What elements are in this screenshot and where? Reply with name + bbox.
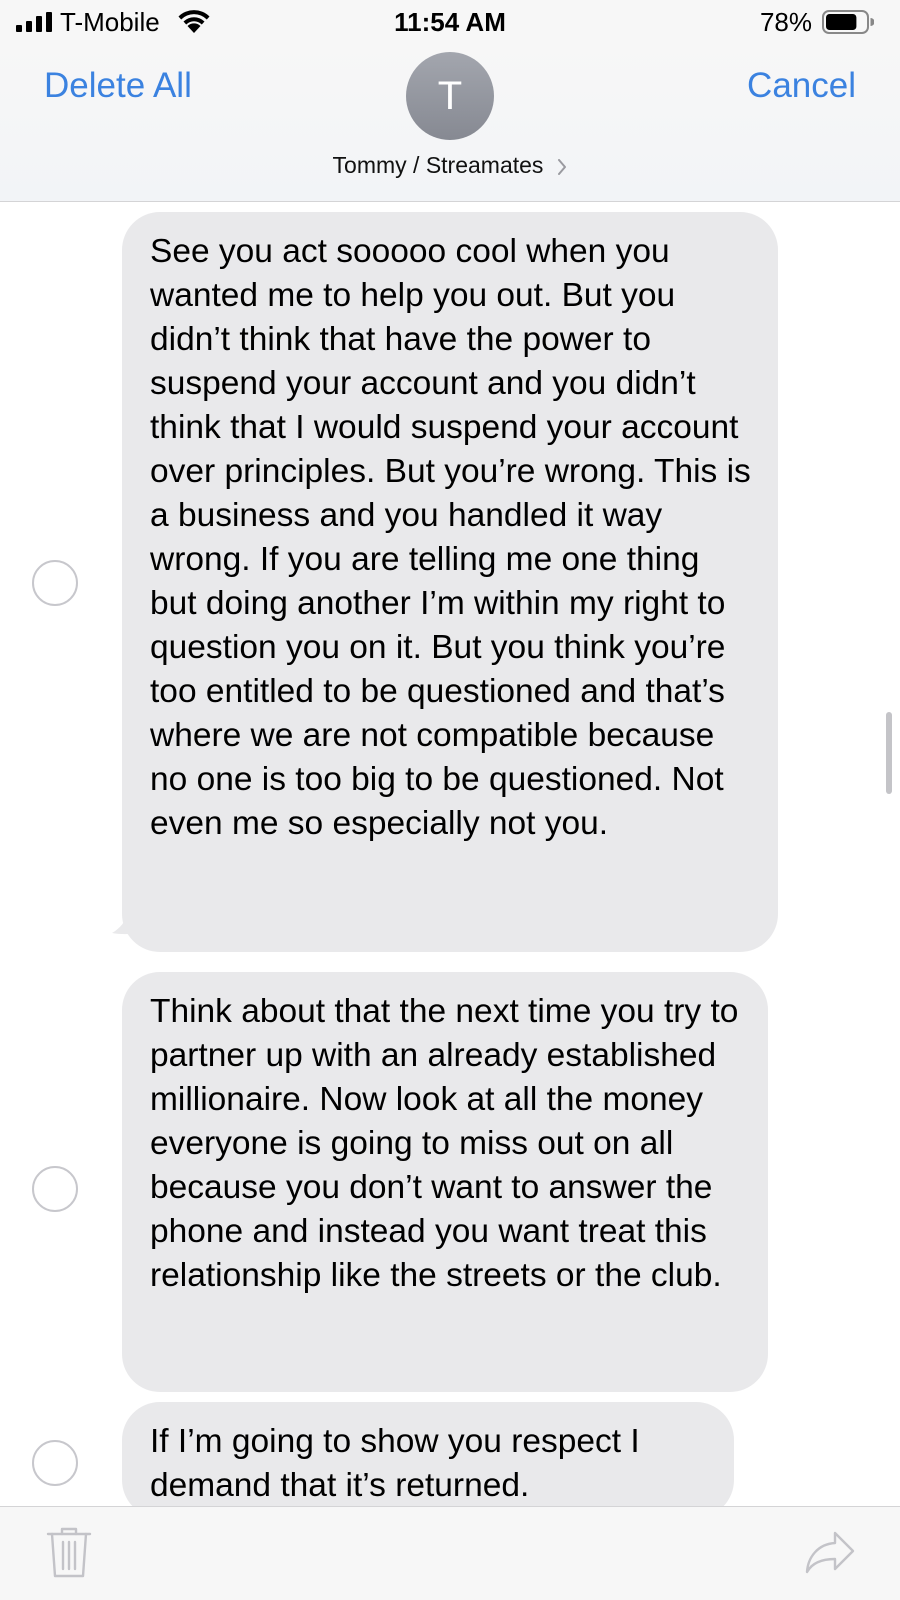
battery-percentage: 78% — [759, 7, 812, 37]
message-row: Think about that the next time you try t… — [0, 972, 900, 1392]
message-list[interactable]: See you act sooooo cool when you wanted … — [0, 202, 900, 1506]
scroll-indicator[interactable] — [886, 712, 892, 794]
conversation-header: Delete All T Tommy / Streamates Cancel — [0, 46, 900, 202]
cancel-button[interactable]: Cancel — [747, 66, 856, 106]
trash-icon[interactable] — [46, 1525, 92, 1579]
delete-all-button[interactable]: Delete All — [44, 66, 192, 106]
message-text: Think about that the next time you try t… — [150, 993, 739, 1294]
bottom-toolbar — [0, 1506, 900, 1600]
status-bar: T-Mobile 11:54 AM 78% — [0, 0, 900, 46]
share-icon[interactable] — [804, 1529, 856, 1575]
battery-icon — [822, 10, 874, 34]
message-row: If I’m going to show you respect I deman… — [0, 1402, 900, 1506]
select-circle[interactable] — [32, 560, 78, 606]
message-bubble[interactable]: See you act sooooo cool when you wanted … — [122, 212, 778, 952]
select-circle[interactable] — [32, 1440, 78, 1486]
chevron-right-icon — [558, 158, 567, 175]
message-text: See you act sooooo cool when you wanted … — [150, 233, 751, 842]
message-row: See you act sooooo cool when you wanted … — [0, 202, 900, 952]
contact-name-row[interactable]: Tommy / Streamates — [0, 152, 900, 179]
message-bubble[interactable]: If I’m going to show you respect I deman… — [122, 1402, 734, 1506]
message-text: If I’m going to show you respect I deman… — [150, 1423, 640, 1504]
select-circle[interactable] — [32, 1166, 78, 1212]
contact-name: Tommy / Streamates — [332, 152, 544, 178]
avatar[interactable]: T — [406, 52, 494, 140]
message-bubble[interactable]: Think about that the next time you try t… — [122, 972, 768, 1392]
